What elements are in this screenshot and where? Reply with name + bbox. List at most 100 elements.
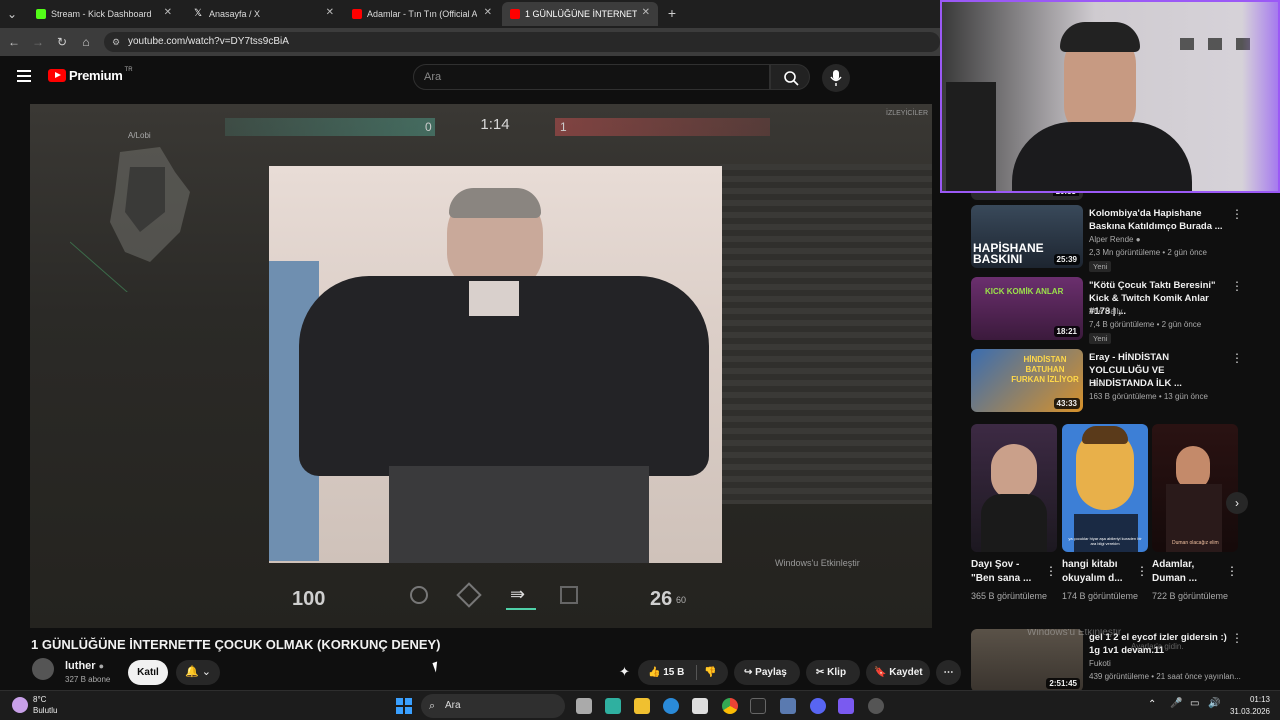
file-explorer-icon[interactable] (634, 698, 650, 714)
more-options-icon[interactable]: ⋮ (1231, 279, 1243, 293)
short-thumbnail[interactable]: ya çocuklar hiyar aşa abileriyi kuraden … (1062, 424, 1148, 552)
tab-kick-dashboard[interactable]: Stream - Kick Dashboard ✕ (28, 2, 180, 26)
more-options-icon[interactable]: ⋮ (1231, 207, 1243, 221)
notification-bell-button[interactable]: 🔔 ⌄ (176, 660, 220, 685)
taskbar-search-label: Ara (445, 700, 461, 711)
dislike-button[interactable]: 👎 (704, 660, 716, 685)
more-options-icon[interactable]: ⋮ (1136, 564, 1148, 578)
team-left-bar (225, 118, 435, 136)
video-duration: 18:21 (1053, 326, 1080, 337)
tab-current-video[interactable]: 1 GÜNLÜĞÜNE İNTERNETTE ÇO ✕ (502, 2, 658, 26)
short-title[interactable]: Dayı Şov - "Ben sana ... (971, 558, 1043, 586)
short-title[interactable]: hangi kitabı okuyalım d... (1062, 558, 1134, 586)
channel-name[interactable]: Cilet (1089, 379, 1105, 388)
forward-icon[interactable]: → (30, 34, 46, 50)
recommended-video[interactable]: 2:51:45 gel 1 2 el eycof izler gidersin … (971, 629, 1241, 690)
more-options-icon[interactable]: ⋮ (1045, 564, 1057, 578)
short-title[interactable]: Adamlar, Duman ... (1152, 558, 1224, 586)
back-icon[interactable]: ← (6, 34, 22, 50)
video-title[interactable]: Kolombiya'da Hapishane Baskına Katıldımc… (1089, 207, 1227, 233)
home-icon[interactable]: ⌂ (78, 34, 94, 50)
ask-ai-icon[interactable]: ✦ (619, 664, 630, 680)
video-thumbnail[interactable]: 2:51:45 (971, 629, 1083, 690)
widgets-icon[interactable] (605, 698, 621, 714)
recommended-video[interactable]: HAPİSHANE BASKINI 25:39 Kolombiya'da Hap… (971, 205, 1243, 272)
recommended-video[interactable]: HİNDİSTAN BATUHAN FURKAN İZLİYOR 43:33 E… (971, 349, 1243, 415)
game-minimap: A/Lobi (70, 131, 190, 292)
more-options-icon[interactable]: ⋮ (1231, 351, 1243, 365)
task-view-icon[interactable] (576, 698, 592, 714)
discord-icon[interactable] (810, 698, 826, 714)
taskbar-clock[interactable]: 01:13 31.03.2026 (1230, 694, 1270, 718)
close-icon[interactable]: ✕ (164, 7, 172, 18)
video-thumbnail[interactable]: KICK KOMİK ANLAR 18:21 (971, 277, 1083, 340)
short-card[interactable]: ya çocuklar hiyar aşa abileriyi kuraden … (1062, 424, 1148, 603)
microphone-icon[interactable]: 🎤 (1170, 698, 1182, 709)
windows-taskbar: 8°C Bulutlu ⌕ Ara ⌃ 🎤 ▭ 🔊 01:13 31.03.20… (0, 690, 1280, 720)
short-thumbnail[interactable]: Duman olacağız elim (1152, 424, 1238, 552)
kick-icon (36, 9, 46, 19)
more-options-icon[interactable]: ⋮ (1231, 631, 1241, 645)
tab-search-chevron-icon[interactable]: ⌄ (4, 6, 20, 22)
voice-search-button[interactable] (822, 64, 850, 92)
menu-icon[interactable] (17, 70, 31, 82)
youtube-play-icon (48, 69, 66, 82)
video-meta: 2,3 Mn görüntüleme • 2 gün önce (1089, 248, 1207, 257)
tab-x-home[interactable]: 𝕏 Anasayfa / X ✕ (186, 2, 342, 26)
windows-start-icon[interactable] (396, 698, 412, 714)
more-actions-button[interactable]: ⋯ (936, 660, 961, 685)
edge-icon[interactable] (663, 698, 679, 714)
weather-icon[interactable] (12, 697, 28, 713)
reload-icon[interactable]: ↻ (54, 34, 70, 50)
new-tab-icon[interactable]: + (664, 5, 680, 21)
channel-name[interactable]: Alper Rende ● (1089, 235, 1141, 244)
share-button[interactable]: ↪ Paylaş (734, 660, 800, 685)
video-thumbnail[interactable]: HİNDİSTAN BATUHAN FURKAN İZLİYOR 43:33 (971, 349, 1083, 412)
chrome-icon[interactable] (722, 698, 738, 714)
search-icon: ⌕ (429, 700, 436, 712)
like-count: 15 B (663, 667, 685, 678)
scissors-icon: ✂ (816, 667, 825, 678)
channel-name[interactable]: The Pally (1089, 307, 1122, 316)
join-button[interactable]: Katıl (128, 660, 168, 685)
video-inset-photo (269, 166, 722, 563)
site-info-icon[interactable]: ⚙ (112, 32, 120, 52)
logo-text: Premium (69, 68, 123, 83)
more-options-icon[interactable]: ⋮ (1226, 564, 1238, 578)
clip-label: Klip (827, 667, 847, 678)
tab-adamlar-tin-tin[interactable]: Adamlar - Tın Tın (Official Audi ✕ (344, 2, 500, 26)
search-button[interactable] (770, 64, 810, 90)
video-title[interactable]: Eray - HİNDİSTAN YOLCULUĞU VE HİNDİSTAND… (1089, 351, 1227, 390)
volume-icon[interactable]: 🔊 (1208, 698, 1220, 709)
short-thumbnail[interactable] (971, 424, 1057, 552)
youtube-icon (510, 9, 520, 19)
like-button[interactable]: 👍 15 B (648, 660, 684, 685)
short-card[interactable]: Dayı Şov - "Ben sana ... 365 B görüntüle… (971, 424, 1057, 603)
clip-button[interactable]: ✂ Klip (806, 660, 860, 685)
video-thumbnail[interactable]: HAPİSHANE BASKINI 25:39 (971, 205, 1083, 268)
channel-name[interactable]: luther ● (65, 660, 104, 672)
taskbar-search[interactable]: ⌕ Ara (421, 694, 565, 718)
store-icon[interactable] (692, 698, 708, 714)
app-icon[interactable] (750, 698, 766, 714)
chevron-up-icon[interactable]: ⌃ (1148, 699, 1156, 710)
network-icon[interactable]: ▭ (1190, 698, 1199, 709)
video-player[interactable]: A/Lobi 0 1 1:14 İZLEYİCİLER 100 ⇛ 26 60 … (30, 104, 932, 628)
short-card[interactable]: Duman olacağız elim Adamlar, Duman ... 7… (1152, 424, 1238, 603)
weather-widget[interactable]: 8°C Bulutlu (33, 694, 57, 716)
app3-icon[interactable] (868, 698, 884, 714)
search-input[interactable]: Ara (413, 64, 770, 90)
channel-name[interactable]: Fukoti (1089, 659, 1111, 668)
close-icon[interactable]: ✕ (642, 7, 650, 18)
shorts-next-button[interactable]: › (1226, 492, 1248, 514)
save-button[interactable]: 🔖 Kaydet (866, 660, 930, 685)
tab-label: Adamlar - Tın Tın (Official Audi (367, 9, 477, 19)
youtube-premium-logo[interactable]: Premium TR (48, 67, 133, 83)
url-field[interactable]: ⚙ youtube.com/watch?v=DY7tss9cBiA (104, 32, 940, 52)
close-icon[interactable]: ✕ (326, 7, 334, 18)
steam-icon[interactable] (780, 698, 796, 714)
channel-avatar[interactable] (32, 658, 54, 680)
app2-icon[interactable] (838, 698, 854, 714)
recommended-video[interactable]: KICK KOMİK ANLAR 18:21 "Kötü Çocuk Taktı… (971, 277, 1243, 344)
close-icon[interactable]: ✕ (484, 7, 492, 18)
